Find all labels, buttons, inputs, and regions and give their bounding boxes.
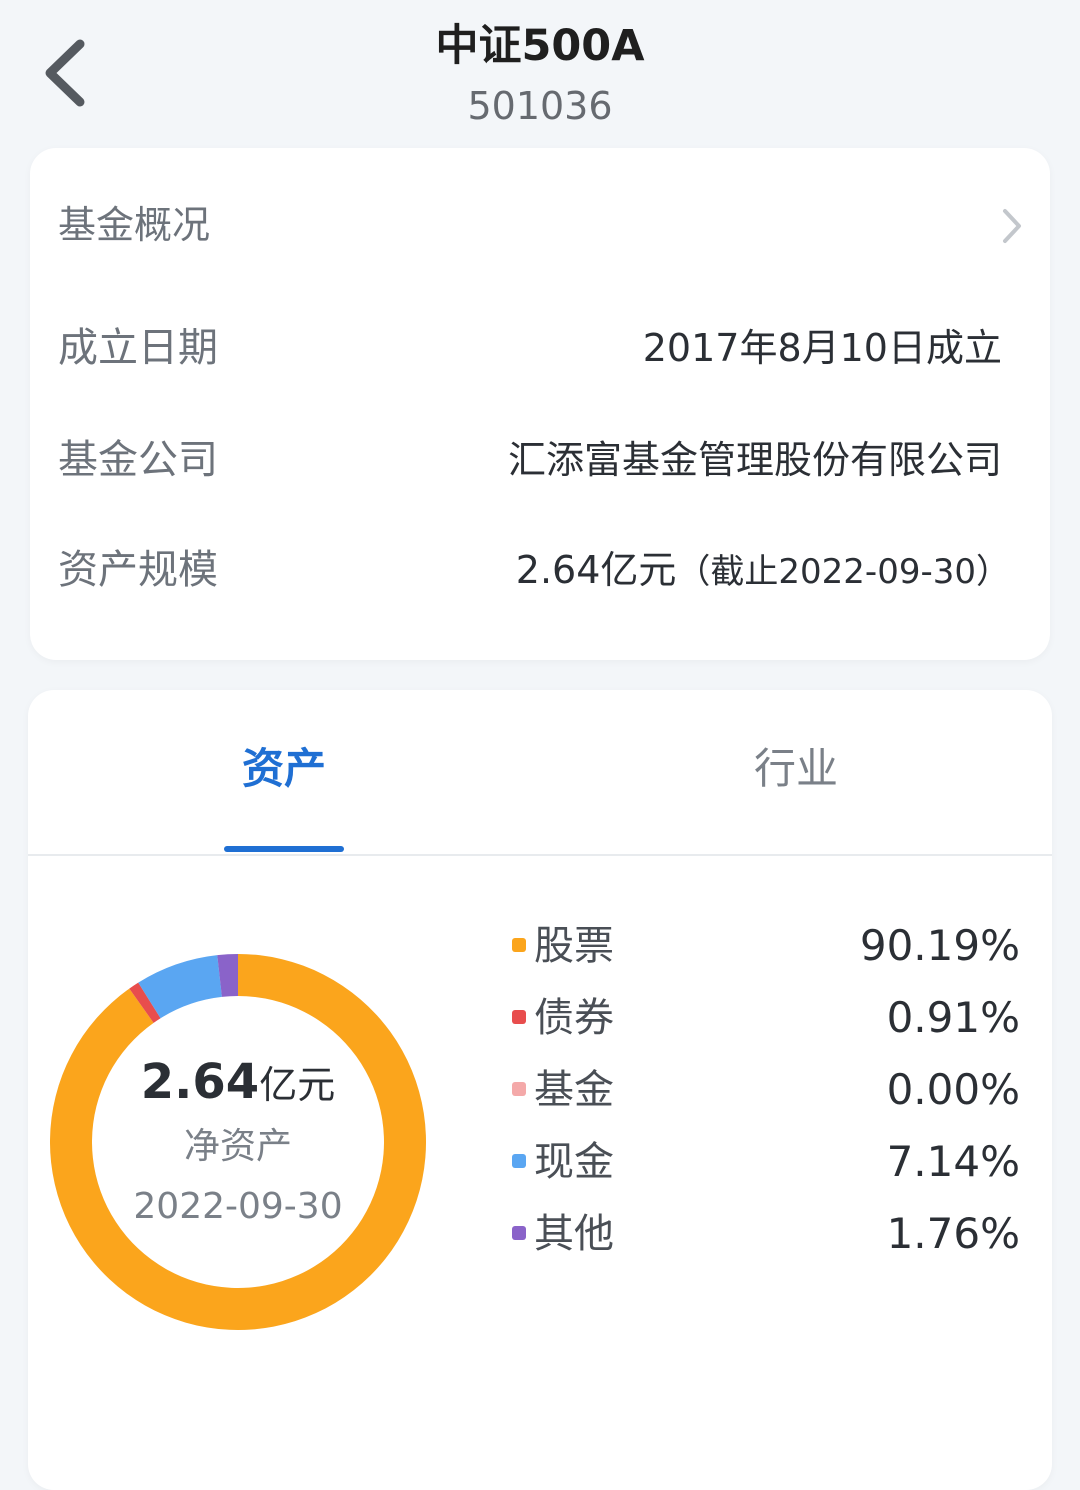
legend-label: 股票	[534, 923, 614, 969]
tab-industry[interactable]: 行业	[646, 734, 946, 804]
net-asset-label: 净资产	[183, 1126, 292, 1167]
donut-center: 2.64亿元 净资产 2022-09-30	[48, 952, 428, 1332]
info-label: 资产规模	[58, 547, 218, 593]
fund-overview-header[interactable]: 基金概况	[30, 176, 1050, 276]
chevron-right-icon	[1003, 209, 1021, 243]
info-row-established: 成立日期 2017年8月10日成立	[30, 308, 1050, 388]
legend-item: 债券 0.91%	[512, 984, 1032, 1056]
asset-size-value: 2.64亿元	[515, 548, 677, 592]
legend-value: 90.19%	[859, 921, 1020, 970]
net-asset-amount: 2.64亿元	[48, 1052, 428, 1123]
legend-swatch	[512, 1010, 526, 1024]
legend-label: 基金	[534, 1067, 614, 1113]
fund-overview-title: 基金概况	[58, 203, 211, 247]
header: 中证500A 501036	[0, 0, 1080, 140]
net-asset-unit: 亿元	[259, 1063, 336, 1107]
legend-value: 0.00%	[886, 1065, 1020, 1114]
info-value: 2017年8月10日成立	[642, 326, 1002, 370]
legend-swatch	[512, 1154, 526, 1168]
legend-swatch	[512, 1226, 526, 1240]
tab-bar: 资产 行业	[28, 690, 1052, 856]
asset-allocation-card: 资产 行业 2.64亿元 净资产 2022-09-30 股票 90.19% 债券 0.…	[28, 690, 1052, 1490]
legend-swatch	[512, 938, 526, 952]
net-asset-number: 2.64	[140, 1054, 260, 1110]
info-label: 成立日期	[58, 325, 218, 371]
legend-swatch	[512, 1082, 526, 1096]
info-value: 2.64亿元（截止2022-09-30）	[516, 542, 1010, 600]
legend-label: 现金	[534, 1139, 614, 1185]
info-label: 基金公司	[58, 437, 218, 483]
legend-value: 7.14%	[886, 1137, 1020, 1186]
legend-label: 债券	[534, 995, 614, 1041]
page-title: 中证500A	[435, 21, 645, 71]
legend-value: 0.91%	[886, 993, 1020, 1042]
legend-item: 股票 90.19%	[512, 912, 1032, 984]
tab-assets[interactable]: 资产	[134, 734, 434, 804]
asset-size-note: （截止2022-09-30）	[676, 552, 1010, 592]
legend-value: 1.76%	[886, 1209, 1020, 1258]
chart-legend: 股票 90.19% 债券 0.91% 基金 0.00% 现金 7.14% 其他 1.76%	[512, 912, 1032, 1272]
info-row-asset-size: 资产规模 2.64亿元（截止2022-09-30）	[30, 530, 1050, 610]
info-value: 汇添富基金管理股份有限公司	[507, 438, 1002, 482]
legend-item: 现金 7.14%	[512, 1128, 1032, 1200]
legend-item: 其他 1.76%	[512, 1200, 1032, 1272]
net-asset-date: 2022-09-30	[133, 1186, 343, 1227]
legend-label: 其他	[534, 1211, 614, 1257]
fund-overview-card: 基金概况 成立日期 2017年8月10日成立 基金公司 汇添富基金管理股份有限公…	[30, 148, 1050, 660]
fund-code: 501036	[467, 84, 613, 128]
legend-item: 基金 0.00%	[512, 1056, 1032, 1128]
info-row-company: 基金公司 汇添富基金管理股份有限公司	[30, 420, 1050, 500]
active-tab-indicator	[224, 846, 344, 852]
